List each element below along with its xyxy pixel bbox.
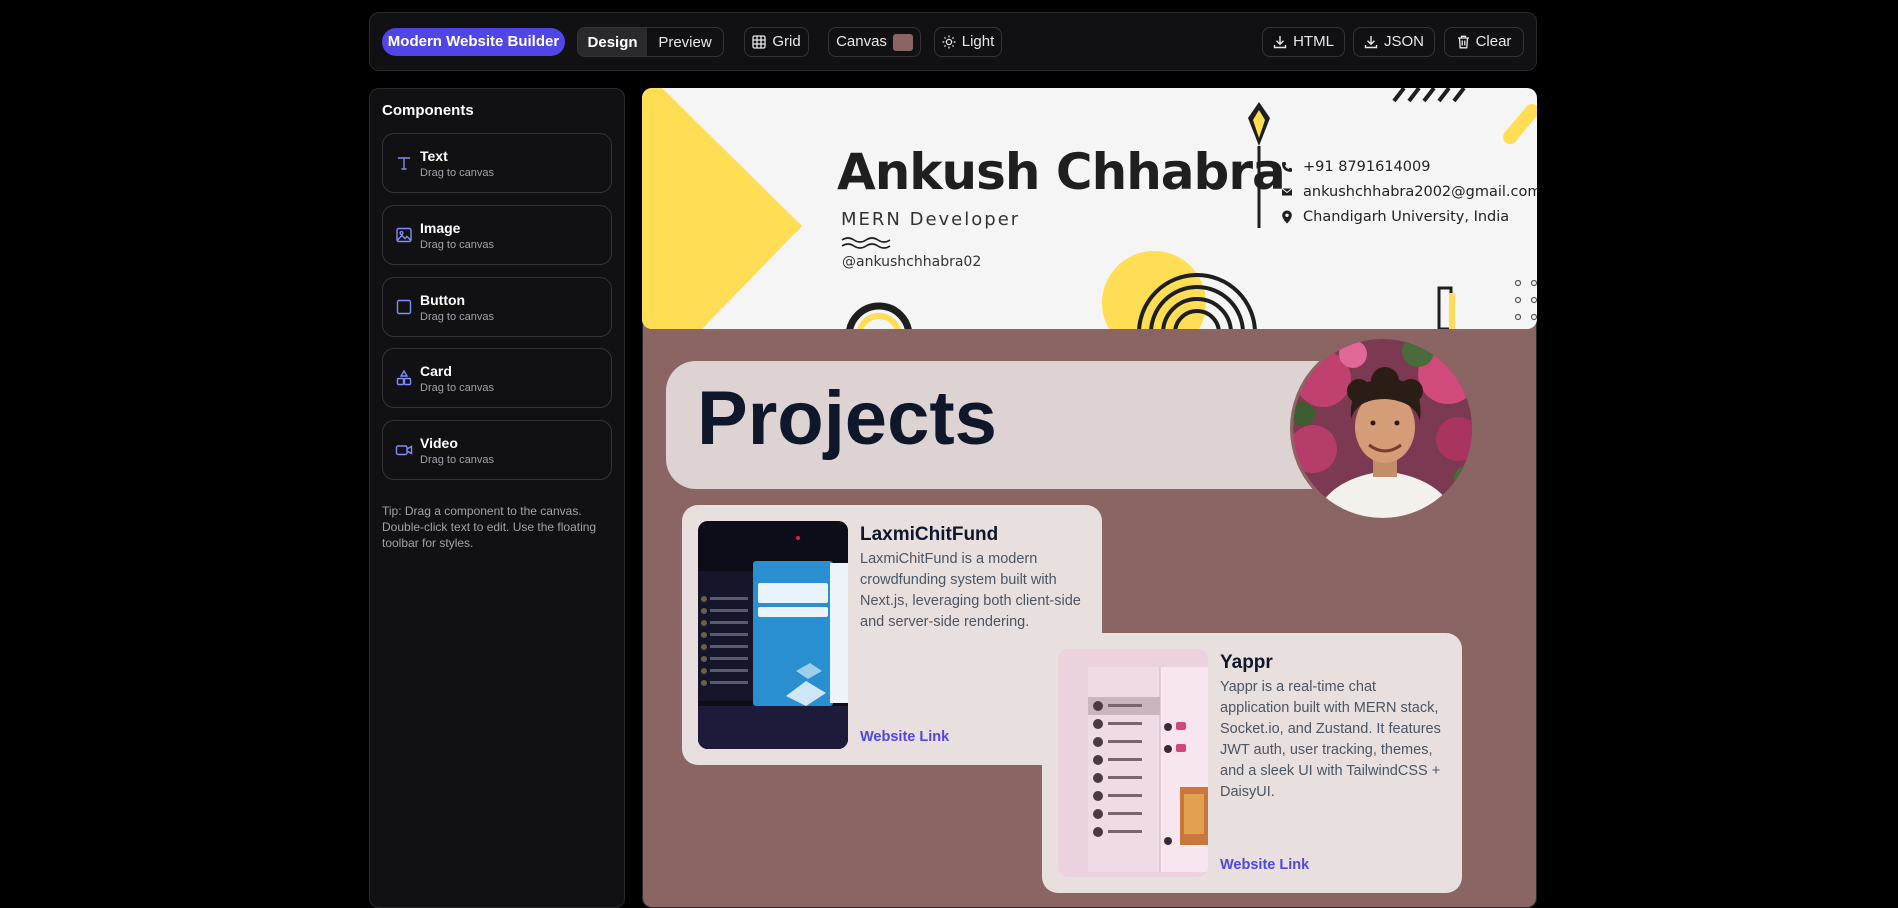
grid-icon <box>752 35 766 49</box>
project-thumbnail <box>1058 649 1208 877</box>
banner-name: Ankush Chhabra <box>837 143 1286 201</box>
theme-toggle-button[interactable]: Light <box>934 27 1002 57</box>
video-icon <box>395 445 413 456</box>
grid-toggle-button[interactable]: Grid <box>744 27 809 57</box>
component-hint: Drag to canvas <box>420 311 494 323</box>
sidebar-title: Components <box>382 102 474 119</box>
component-label: Button <box>420 292 466 308</box>
mail-icon <box>1281 188 1293 196</box>
project-card-laxmichitfund[interactable]: LaxmiChitFund LaxmiChitFund is a modern … <box>682 505 1102 765</box>
text-icon <box>398 157 410 170</box>
mode-switch: Design Preview <box>577 27 724 57</box>
export-html-label: HTML <box>1293 33 1334 50</box>
project-website-link[interactable]: Website Link <box>1220 857 1309 873</box>
component-button[interactable]: Button Drag to canvas <box>382 277 612 337</box>
project-website-link[interactable]: Website Link <box>860 729 949 745</box>
component-label: Text <box>420 148 448 164</box>
app-screenshot-image <box>1058 649 1208 877</box>
banner-role: MERN Developer <box>841 209 1021 230</box>
component-hint: Drag to canvas <box>420 239 494 251</box>
download-icon <box>1364 36 1378 49</box>
avatar-photo <box>1293 339 1472 518</box>
component-text[interactable]: Text Drag to canvas <box>382 133 612 193</box>
project-title[interactable]: Yappr <box>1220 652 1273 674</box>
component-hint: Drag to canvas <box>420 454 494 466</box>
export-json-button[interactable]: JSON <box>1353 27 1435 57</box>
banner-location: Chandigarh University, India <box>1281 209 1509 225</box>
image-icon <box>396 227 412 243</box>
component-label: Card <box>420 363 452 379</box>
square-icon <box>396 299 412 315</box>
phone-icon <box>1282 162 1292 172</box>
tab-design[interactable]: Design <box>578 28 648 56</box>
grid-label: Grid <box>772 33 801 50</box>
project-description[interactable]: LaxmiChitFund is a modern crowdfunding s… <box>860 549 1088 633</box>
download-icon <box>1273 36 1287 49</box>
export-json-label: JSON <box>1383 33 1424 50</box>
app-screenshot-image <box>698 521 848 749</box>
banner-image[interactable]: Ankush Chhabra MERN Developer @ankushchh… <box>642 88 1537 329</box>
sidebar-tip: Tip: Drag a component to the canvas. Dou… <box>382 504 597 550</box>
clear-label: Clear <box>1475 33 1512 50</box>
trash-icon <box>1457 35 1469 49</box>
component-card[interactable]: Card Drag to canvas <box>382 348 612 408</box>
shapes-icon <box>396 369 412 386</box>
phone-text: +91 8791614009 <box>1303 159 1431 175</box>
clear-button[interactable]: Clear <box>1444 27 1524 57</box>
banner-email: ankushchhabra2002@gmail.com <box>1281 184 1537 200</box>
projects-title[interactable]: Projects <box>697 375 997 462</box>
component-video[interactable]: Video Drag to canvas <box>382 420 612 480</box>
banner-phone: +91 8791614009 <box>1281 159 1430 175</box>
project-card-yappr[interactable]: Yappr Yappr is a real-time chat applicat… <box>1042 633 1462 893</box>
canvas-color-swatch[interactable] <box>892 33 913 51</box>
project-title[interactable]: LaxmiChitFund <box>860 524 998 546</box>
email-text: ankushchhabra2002@gmail.com <box>1303 184 1537 200</box>
component-hint: Drag to canvas <box>420 382 494 394</box>
location-pin-icon <box>1282 210 1292 224</box>
component-image[interactable]: Image Drag to canvas <box>382 205 612 265</box>
component-label: Image <box>420 220 461 236</box>
profile-avatar[interactable] <box>1290 336 1475 521</box>
component-label: Video <box>420 435 458 451</box>
canvas-label: Canvas <box>836 33 887 50</box>
tab-preview[interactable]: Preview <box>647 28 723 56</box>
project-description[interactable]: Yappr is a real-time chat application bu… <box>1220 677 1448 803</box>
component-hint: Drag to canvas <box>420 167 494 179</box>
canvas-color-button[interactable]: Canvas <box>828 27 921 57</box>
export-html-button[interactable]: HTML <box>1262 27 1345 57</box>
location-text: Chandigarh University, India <box>1303 209 1510 225</box>
project-thumbnail <box>698 521 848 749</box>
theme-label: Light <box>961 33 995 50</box>
brand-badge: Modern Website Builder <box>382 28 565 56</box>
banner-handle: @ankushchhabra02 <box>842 254 982 270</box>
sun-icon <box>942 35 956 49</box>
